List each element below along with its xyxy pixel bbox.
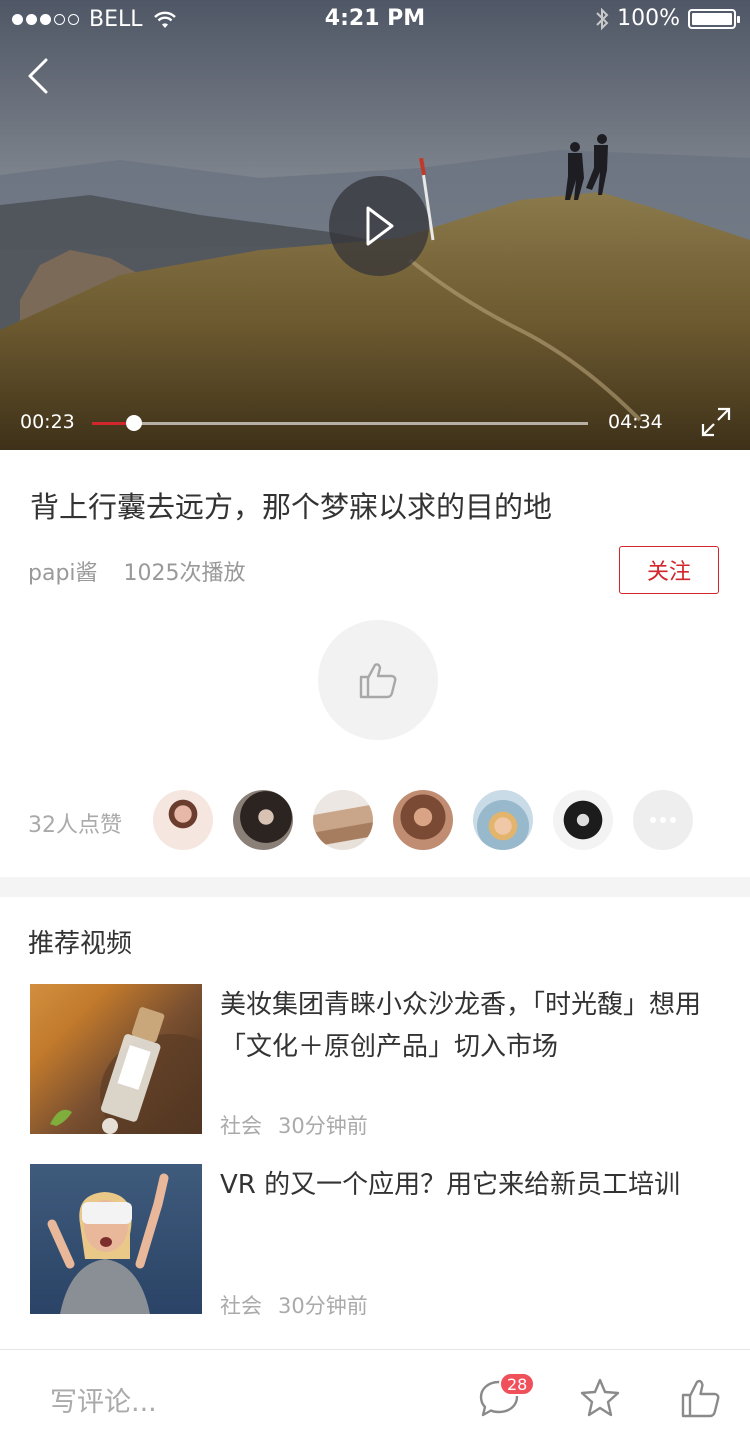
video-title[interactable]: VR 的又一个应用？用它来给新员工培训	[220, 1164, 725, 1206]
fullscreen-button[interactable]	[701, 407, 731, 437]
more-dots-icon	[650, 817, 656, 823]
category-label: 社会	[220, 1114, 262, 1138]
video-meta: papi酱 1025次播放	[28, 555, 246, 587]
like-button[interactable]	[318, 620, 438, 740]
avatar[interactable]	[393, 790, 453, 850]
favorite-button[interactable]	[578, 1376, 622, 1420]
status-bar: BELL 4:21 PM 100%	[0, 0, 750, 40]
publish-time: 30分钟前	[278, 1294, 368, 1318]
thumbs-up-icon	[359, 663, 397, 699]
chevron-left-icon	[28, 58, 48, 94]
play-button[interactable]	[329, 176, 429, 276]
list-item[interactable]: 美妆集团青睐小众沙龙香，「时光馥」想用「文化＋原创产品」切入市场 社会 30分钟…	[30, 984, 730, 1138]
play-icon	[366, 206, 394, 246]
comment-count-badge: 28	[499, 1372, 536, 1396]
battery-icon	[688, 8, 740, 29]
star-icon	[580, 1378, 620, 1417]
likes-count: 32人点赞	[28, 813, 122, 838]
video-meta: 社会 30分钟前	[220, 1110, 368, 1140]
bottom-bar: 写评论... 28	[0, 1349, 750, 1439]
video-player[interactable]: BELL 4:21 PM 100% 00:23 04:34	[0, 0, 750, 450]
avatar[interactable]	[473, 790, 533, 850]
author-name[interactable]: papi酱	[28, 555, 98, 587]
vr-headset-image	[47, 1173, 169, 1314]
total-time: 04:34	[608, 411, 663, 433]
video-thumbnail[interactable]	[30, 984, 202, 1134]
liker-avatars	[153, 790, 693, 850]
more-likers-button[interactable]	[633, 790, 693, 850]
perfume-bottle-image	[50, 1007, 202, 1134]
section-divider	[0, 877, 750, 897]
avatar[interactable]	[313, 790, 373, 850]
back-button[interactable]	[24, 56, 54, 96]
video-meta: 社会 30分钟前	[220, 1290, 368, 1320]
status-right: 100%	[595, 6, 740, 31]
avatar[interactable]	[233, 790, 293, 850]
category-label: 社会	[220, 1294, 262, 1318]
play-count: 1025次播放	[123, 561, 246, 586]
video-title[interactable]: 美妆集团青睐小众沙龙香，「时光馥」想用「文化＋原创产品」切入市场	[220, 984, 725, 1068]
video-thumbnail[interactable]	[30, 1164, 202, 1314]
video-title: 背上行囊去远方，那个梦寐以求的目的地	[30, 490, 553, 524]
progress-slider[interactable]	[92, 415, 588, 431]
thumbs-up-icon	[681, 1379, 720, 1418]
recommendations-heading: 推荐视频	[28, 929, 133, 959]
battery-percent: 100%	[617, 6, 680, 31]
publish-time: 30分钟前	[278, 1114, 368, 1138]
avatar[interactable]	[553, 790, 613, 850]
avatar[interactable]	[153, 790, 213, 850]
bluetooth-icon	[596, 7, 609, 30]
current-time: 00:23	[20, 411, 75, 433]
fullscreen-icon	[701, 407, 731, 437]
list-item[interactable]: VR 的又一个应用？用它来给新员工培训 社会 30分钟前	[30, 1164, 730, 1318]
like-toolbar-button[interactable]	[679, 1376, 723, 1420]
comment-input[interactable]: 写评论...	[50, 1380, 157, 1419]
follow-button[interactable]: 关注	[619, 546, 719, 594]
